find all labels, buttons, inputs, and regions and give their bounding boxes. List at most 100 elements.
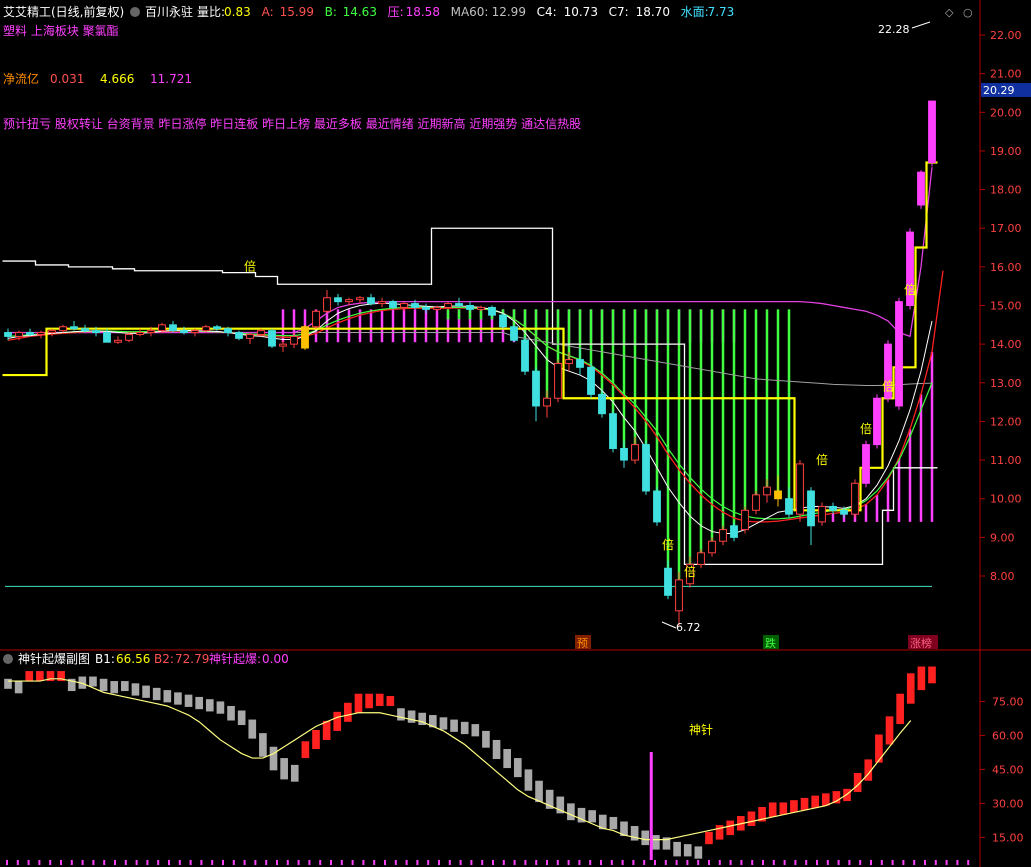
bottom-dot-89 [967, 860, 970, 865]
sub-bar-24 [259, 733, 267, 757]
main-tick-label-11: 11.00 [990, 454, 1022, 467]
candle-body-21 [235, 332, 243, 339]
sub-sz-value: 0.00 [262, 652, 289, 666]
sub-bar-50 [535, 780, 543, 803]
bottom-dot-61 [664, 860, 667, 865]
candle-body-84 [928, 100, 936, 164]
net-flow-v1: 0.031 [50, 72, 84, 86]
candle-body-36 [400, 303, 408, 308]
candle-body-49 [543, 397, 551, 407]
settings-icon[interactable] [130, 7, 140, 17]
bottom-dot-38 [416, 860, 419, 865]
candle-body-39 [433, 306, 441, 310]
sub-tick-label-3: 30.00 [992, 797, 1024, 810]
sub-bar-37 [397, 708, 405, 721]
sub-title: 神针起爆副图 [18, 651, 90, 666]
candle-body-52 [576, 359, 584, 368]
bottom-dot-47 [513, 860, 516, 865]
candle-body-43 [477, 306, 485, 310]
candle-body-53 [587, 366, 595, 395]
bottom-dot-21 [232, 860, 235, 865]
candle-body-6 [70, 326, 78, 330]
sub-bar-27 [290, 764, 299, 782]
candle-body-13 [147, 330, 155, 334]
bottom-dot-11 [124, 860, 127, 865]
candle-body-74 [818, 505, 826, 523]
candle-body-40 [444, 303, 452, 308]
sub-bar-18 [195, 696, 203, 710]
bottom-dot-37 [405, 860, 408, 865]
bottom-dot-5 [60, 860, 62, 865]
bottom-dot-71 [772, 860, 775, 865]
candle-body-7 [81, 328, 89, 332]
bottom-dot-65 [708, 860, 710, 865]
sub-bar-22 [237, 710, 246, 726]
bottom-dot-22 [243, 860, 246, 865]
stock-name: 百川永驻 [145, 4, 193, 19]
bottom-dot-60 [654, 860, 656, 865]
sub-bar-33 [354, 693, 363, 713]
sub-bar-10 [110, 681, 119, 694]
candle-body-56 [620, 447, 628, 461]
candle-body-50 [554, 362, 562, 399]
circle-icon[interactable]: ○ [963, 6, 973, 19]
bottom-dot-39 [427, 860, 430, 865]
bottom-dot-36 [394, 860, 397, 865]
sub-bar-1 [14, 681, 23, 694]
bottom-dot-68 [740, 860, 743, 865]
candle-body-59 [653, 490, 661, 523]
sub-bar-57 [609, 816, 618, 830]
bottom-dot-9 [103, 860, 106, 865]
sub-tick-label-2: 45.00 [992, 763, 1024, 776]
sub-bar-28 [301, 741, 310, 759]
candle-body-11 [125, 333, 133, 341]
sub-bar-68 [726, 820, 735, 836]
candle-body-47 [521, 339, 529, 372]
sub-bar-49 [524, 769, 533, 791]
sub-bar-25 [269, 746, 278, 771]
tags-line: 预计扭亏 股权转让 台资背景 昨日涨停 昨日连板 昨日上榜 最近多板 最近情绪 … [3, 116, 581, 131]
candle-body-0 [4, 332, 12, 337]
sub-settings-icon[interactable] [3, 654, 13, 664]
main-tick-label-12: 10.00 [990, 493, 1022, 506]
candle-body-14 [158, 324, 166, 332]
bei-marker-4: 倍 [860, 421, 872, 436]
candle-body-67 [741, 509, 749, 531]
candle-body-24 [268, 330, 276, 347]
bottom-dot-55 [600, 860, 602, 865]
candle-body-71 [785, 498, 793, 515]
marker-zhangbang: 涨榜 [910, 636, 932, 650]
main-tick-label-1: 21.00 [990, 68, 1022, 81]
candle-body-64 [708, 540, 716, 554]
high-price-label: 22.28 [878, 23, 910, 36]
candle-body-75 [829, 505, 837, 511]
candle-body-12 [136, 332, 144, 335]
sub-bar-44 [471, 724, 480, 737]
sub-b1-label: B1: [95, 652, 115, 666]
main-tick-label-6: 16.00 [990, 261, 1022, 274]
sub-bar-87 [928, 666, 936, 684]
candle-body-37 [411, 303, 419, 308]
indicator-label-7: 水面: [681, 5, 709, 19]
marker-yu: 预 [577, 637, 588, 650]
sub-annotation: 神针 [689, 722, 713, 737]
bei-marker-1: 倍 [662, 537, 674, 552]
bottom-dot-27 [297, 860, 300, 865]
indicator-value-7: 7.73 [708, 5, 735, 19]
sub-bar-36 [386, 695, 395, 706]
bottom-dot-77 [837, 860, 840, 865]
indicator-value-1: 15.99 [280, 5, 314, 19]
candle-body-29 [323, 297, 331, 312]
main-tick-label-0: 22.00 [990, 29, 1022, 42]
sub-bar-76 [811, 795, 819, 808]
bottom-dot-86 [934, 860, 937, 865]
bottom-dot-50 [546, 860, 548, 865]
indicator-label-6: C7: [609, 5, 629, 19]
sub-bar-0 [4, 678, 12, 689]
bottom-dot-1 [16, 860, 19, 865]
candle-body-8 [92, 330, 100, 334]
diamond-icon[interactable]: ◇ [945, 6, 954, 19]
sub-bar-82 [875, 734, 883, 763]
bei-marker-0: 倍 [244, 259, 256, 274]
bottom-dot-72 [783, 860, 786, 865]
